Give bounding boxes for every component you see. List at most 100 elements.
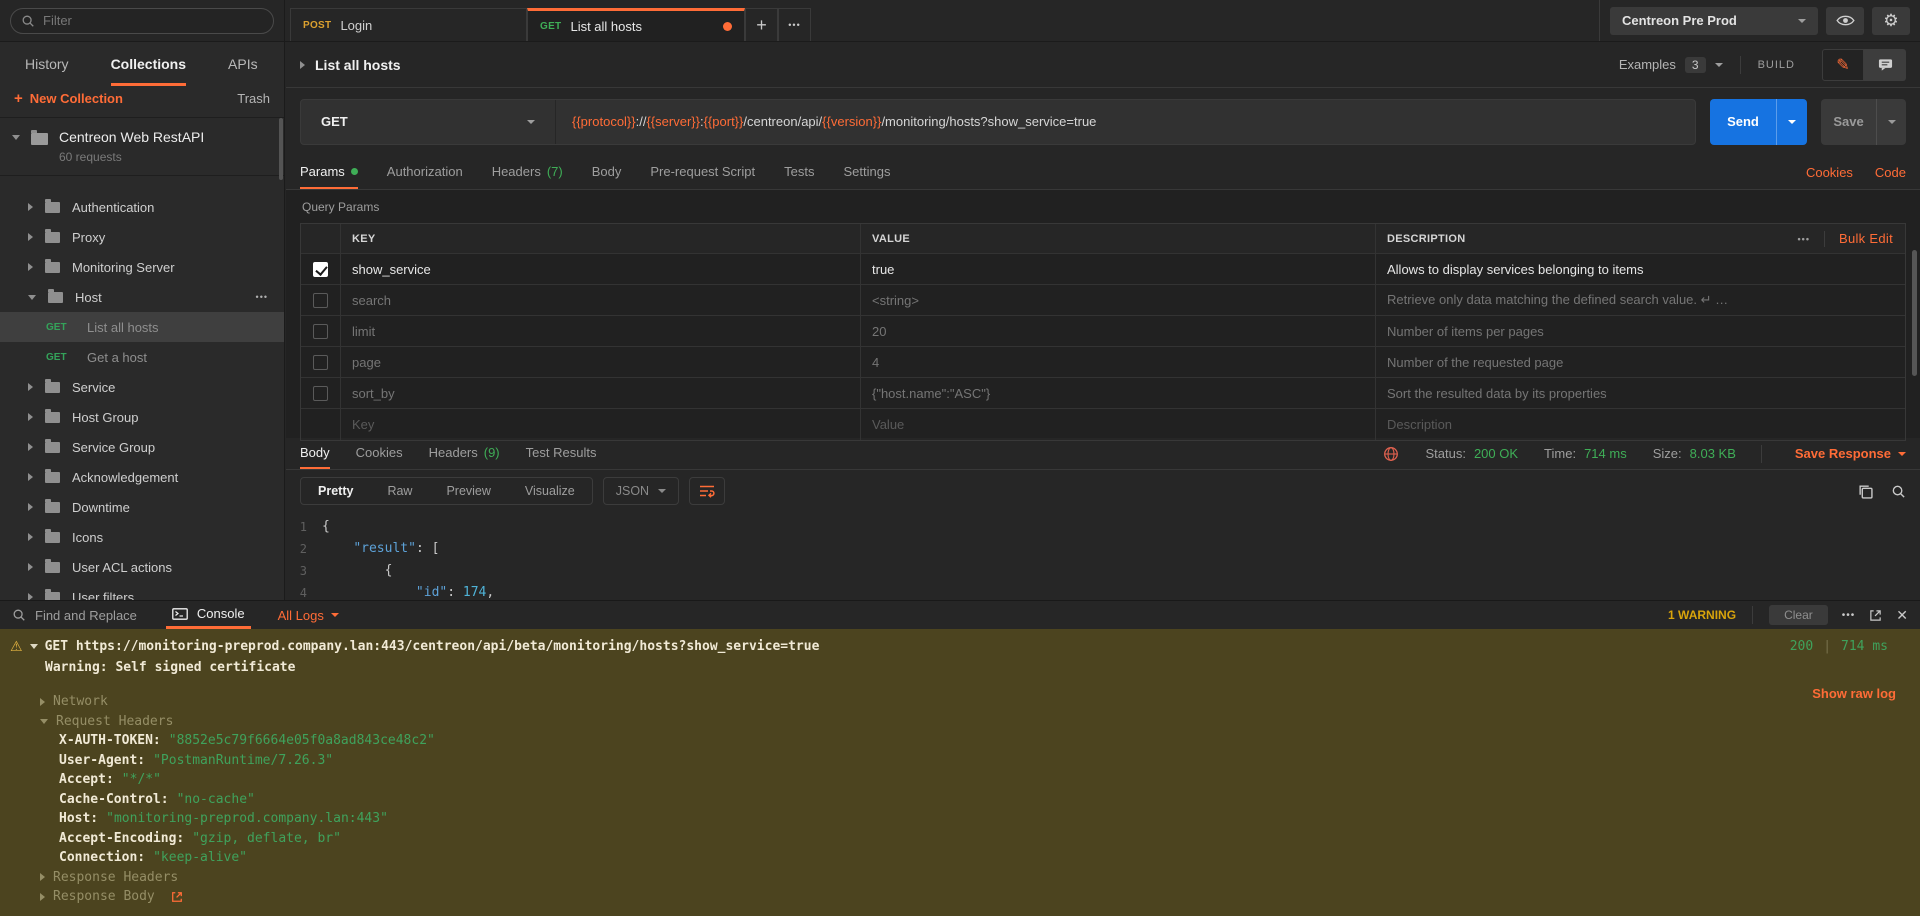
row-checkbox[interactable]	[313, 386, 328, 401]
param-description[interactable]: Sort the resulted data by its properties	[1376, 378, 1905, 408]
find-and-replace-button[interactable]: Find and Replace	[12, 601, 137, 629]
method-selector[interactable]: GET	[301, 100, 556, 144]
new-collection-button[interactable]: + New Collection	[14, 90, 123, 107]
param-value[interactable]: {"host.name":"ASC"}	[861, 378, 1376, 408]
row-checkbox[interactable]	[313, 262, 328, 277]
response-tab-test-results[interactable]: Test Results	[526, 438, 597, 469]
param-value[interactable]: true	[861, 254, 1376, 284]
response-body-viewer[interactable]: 1 { 2 "result": [ 3 { 4 "id": 174,	[286, 512, 1920, 604]
param-value[interactable]: <string>	[861, 285, 1376, 315]
param-description-placeholder[interactable]: Description	[1376, 409, 1905, 440]
environment-preview-button[interactable]	[1826, 7, 1864, 35]
folder-options-icon[interactable]: •••	[256, 292, 284, 302]
edit-mode-button[interactable]: ✎	[1822, 49, 1864, 81]
response-tab-cookies[interactable]: Cookies	[356, 438, 403, 469]
environment-settings-button[interactable]: ⚙	[1872, 7, 1910, 35]
new-tab-button[interactable]: +	[745, 8, 778, 41]
folder-acknowledgement[interactable]: Acknowledgement	[0, 462, 284, 492]
tab-params[interactable]: Params	[300, 155, 358, 189]
folder-host-group[interactable]: Host Group	[0, 402, 284, 432]
response-tab-headers[interactable]: Headers (9)	[429, 438, 500, 469]
response-tab-body[interactable]: Body	[300, 438, 330, 469]
log-network-section[interactable]: Network	[10, 692, 1920, 712]
tab-login[interactable]: POST Login	[290, 8, 527, 41]
close-console-button[interactable]: ✕	[1896, 607, 1908, 624]
copy-response-button[interactable]	[1858, 484, 1873, 499]
save-response-button[interactable]: Save Response	[1795, 446, 1906, 461]
folder-icons[interactable]: Icons	[0, 522, 284, 552]
send-options-button[interactable]	[1776, 99, 1807, 145]
tab-authorization[interactable]: Authorization	[387, 155, 463, 189]
param-key[interactable]: show_service	[341, 254, 861, 284]
param-key[interactable]: limit	[341, 316, 861, 346]
bulk-edit-link[interactable]: Bulk Edit	[1839, 231, 1893, 246]
comments-button[interactable]	[1864, 49, 1906, 81]
wrap-lines-button[interactable]	[689, 477, 725, 505]
sidebar-filter[interactable]	[10, 8, 274, 34]
row-checkbox[interactable]	[313, 293, 328, 308]
request-get-a-host[interactable]: GETGet a host	[0, 342, 284, 372]
cookies-link[interactable]: Cookies	[1806, 165, 1853, 180]
tab-prerequest-script[interactable]: Pre-request Script	[650, 155, 755, 189]
log-request-headers-section[interactable]: Request Headers	[10, 712, 1920, 732]
tab-body[interactable]: Body	[592, 155, 622, 189]
view-preview[interactable]: Preview	[429, 478, 507, 504]
view-visualize[interactable]: Visualize	[508, 478, 592, 504]
tab-tests[interactable]: Tests	[784, 155, 814, 189]
format-selector[interactable]: JSON	[603, 477, 679, 505]
tab-headers[interactable]: Headers (7)	[492, 155, 563, 189]
tab-list-all-hosts[interactable]: GET List all hosts	[527, 8, 745, 41]
folder-service-group[interactable]: Service Group	[0, 432, 284, 462]
folder-host[interactable]: Host •••	[0, 282, 284, 312]
param-key[interactable]: page	[341, 347, 861, 377]
param-value[interactable]: 20	[861, 316, 1376, 346]
view-pretty[interactable]: Pretty	[301, 478, 370, 504]
collection-header[interactable]: Centreon Web RestAPI 60 requests	[0, 118, 284, 176]
open-response-body-icon[interactable]	[171, 891, 183, 903]
sidebar-tab-collections[interactable]: Collections	[111, 42, 186, 86]
ssl-warning-icon[interactable]	[1383, 446, 1399, 462]
url-input[interactable]: {{protocol}}://{{server}}:{{port}}/centr…	[556, 114, 1096, 129]
folder-authentication[interactable]: Authentication	[0, 192, 284, 222]
console-tab[interactable]: Console	[166, 601, 251, 629]
save-options-button[interactable]	[1876, 99, 1906, 145]
examples-dropdown[interactable]: Examples 3	[1619, 57, 1723, 73]
clear-console-button[interactable]: Clear	[1769, 605, 1828, 625]
params-scrollbar[interactable]	[1912, 250, 1917, 376]
param-value[interactable]: 4	[861, 347, 1376, 377]
tab-options-button[interactable]: •••	[778, 8, 811, 41]
log-request-line[interactable]: ⚠ GET https://monitoring-preprod.company…	[10, 636, 1920, 657]
folder-user-acl-actions[interactable]: User ACL actions	[0, 552, 284, 582]
sidebar-tab-history[interactable]: History	[25, 42, 69, 86]
log-response-headers-section[interactable]: Response Headers	[10, 868, 1920, 888]
request-list-all-hosts[interactable]: GETList all hosts	[0, 312, 284, 342]
save-button[interactable]: Save	[1821, 99, 1876, 145]
console-options-button[interactable]: •••	[1842, 610, 1856, 621]
params-options-icon[interactable]: •••	[1798, 234, 1810, 244]
param-description[interactable]: Number of the requested page	[1376, 347, 1905, 377]
open-console-window-button[interactable]	[1869, 609, 1882, 622]
log-filter-dropdown[interactable]: All Logs	[278, 601, 339, 629]
filter-input[interactable]	[43, 13, 263, 28]
sidebar-tab-apis[interactable]: APIs	[228, 42, 258, 86]
folder-service[interactable]: Service	[0, 372, 284, 402]
show-raw-log-link[interactable]: Show raw log	[1812, 686, 1896, 701]
tab-settings[interactable]: Settings	[843, 155, 890, 189]
param-description[interactable]: Retrieve only data matching the defined …	[1376, 285, 1905, 315]
param-key[interactable]: search	[341, 285, 861, 315]
row-checkbox[interactable]	[313, 355, 328, 370]
environment-selector[interactable]: Centreon Pre Prod	[1610, 7, 1818, 35]
folder-monitoring-server[interactable]: Monitoring Server	[0, 252, 284, 282]
param-key-placeholder[interactable]: Key	[341, 409, 861, 440]
trash-button[interactable]: Trash	[237, 91, 270, 106]
log-response-body-section[interactable]: Response Body	[10, 887, 1920, 907]
view-raw[interactable]: Raw	[370, 478, 429, 504]
code-link[interactable]: Code	[1875, 165, 1906, 180]
send-button[interactable]: Send	[1710, 99, 1776, 145]
param-description[interactable]: Number of items per pages	[1376, 316, 1905, 346]
folder-downtime[interactable]: Downtime	[0, 492, 284, 522]
folder-user-filters[interactable]: User filters	[0, 582, 284, 600]
param-description[interactable]: Allows to display services belonging to …	[1376, 254, 1905, 284]
param-value-placeholder[interactable]: Value	[861, 409, 1376, 440]
folder-proxy[interactable]: Proxy	[0, 222, 284, 252]
